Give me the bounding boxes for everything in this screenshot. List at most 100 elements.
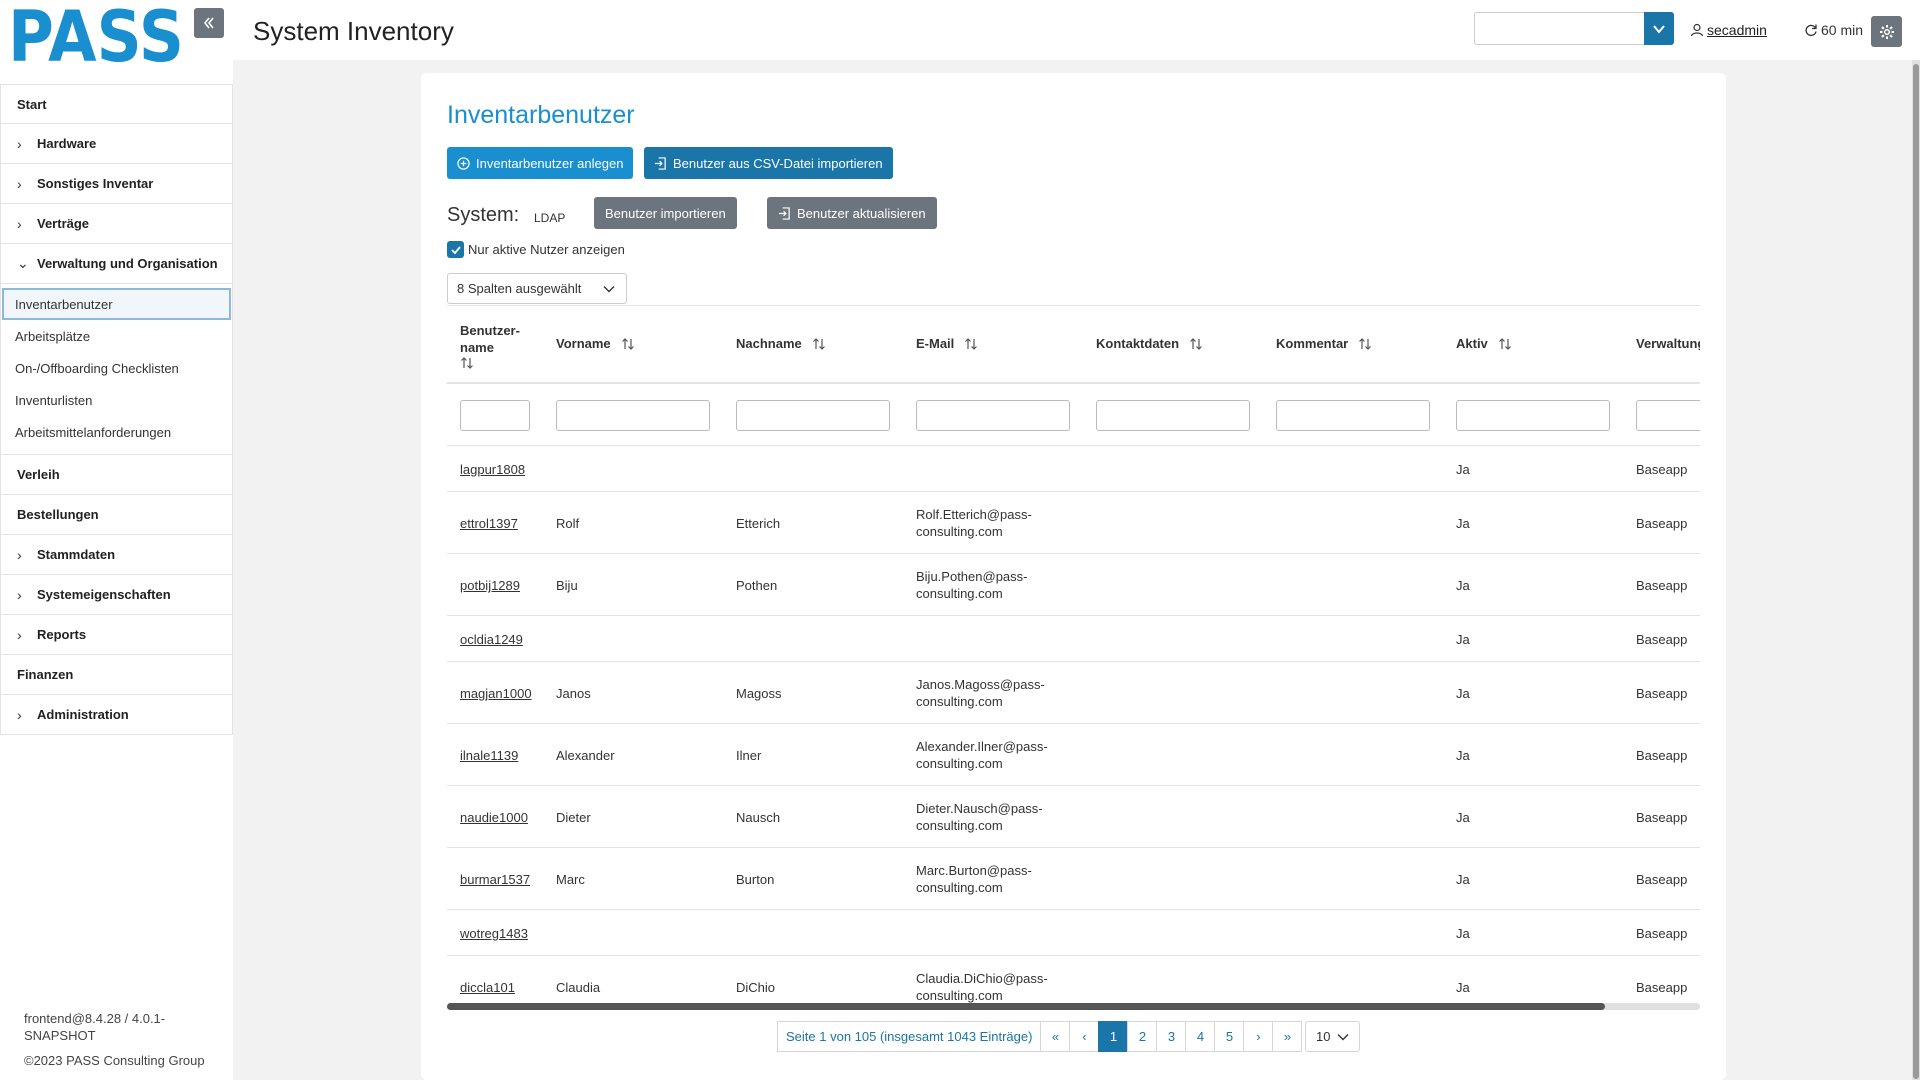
cell-email: Claudia.DiChio@pass-consulting.com [916,970,1048,1004]
page-button-3[interactable]: 3 [1156,1021,1187,1052]
table-row[interactable]: ettrol1397 Rolf Etterich Rolf.Etterich@p… [447,493,1700,554]
sidebar-subitem-arbeitsmittelanforderungen[interactable]: Arbeitsmittelanforderungen [2,416,231,448]
column-header-kontaktdaten[interactable]: Kontaktdaten [1096,336,1203,351]
sort-icon[interactable] [460,356,474,370]
filter-email-input[interactable] [916,400,1070,431]
sidebar-item-administration[interactable]: › Administration [0,695,233,735]
filter-vorname-input[interactable] [556,400,710,431]
system-value: LDAP [534,211,566,225]
table-row[interactable]: naudie1000 Dieter Nausch Dieter.Nausch@p… [447,787,1700,848]
username-link[interactable]: potbij1289 [460,577,520,594]
filter-nachname-input[interactable] [736,400,890,431]
session-timer[interactable]: 60 min [1804,22,1863,38]
system-select[interactable] [1474,12,1674,45]
page-button-5[interactable]: 5 [1214,1021,1245,1052]
column-header-kommentar[interactable]: Kommentar [1276,336,1372,351]
first-page-button[interactable]: « [1040,1021,1071,1052]
username-link[interactable]: lagpur1808 [460,461,525,478]
page-button-4[interactable]: 4 [1185,1021,1216,1052]
prev-page-button[interactable]: ‹ [1069,1021,1100,1052]
collapse-sidebar-button[interactable] [194,8,224,38]
username-link[interactable]: burmar1537 [460,871,530,888]
sidebar-item-reports[interactable]: › Reports [0,615,233,655]
cell-email: Alexander.Ilner@pass-consulting.com [916,738,1048,772]
sort-icon[interactable] [812,337,826,351]
email-line-1: Biju.Pothen@pass- [916,569,1028,584]
column-header-verwaltung[interactable]: Verwaltung [1636,336,1700,351]
sidebar-item-vertraege[interactable]: › Verträge [0,204,233,244]
sidebar-subitem-arbeitsplaetze[interactable]: Arbeitsplätze [2,320,231,352]
table-row[interactable]: burmar1537 Marc Burton Marc.Burton@pass-… [447,849,1700,910]
cell-verwaltung: Baseapp [1636,578,1688,593]
logo-text: PASS [8,6,184,66]
username-link[interactable]: ilnale1139 [460,747,518,764]
active-users-filter[interactable]: Nur aktive Nutzer anzeigen [447,241,625,258]
sort-icon[interactable] [1498,337,1512,351]
active-users-checkbox[interactable] [447,241,464,258]
last-page-button[interactable]: » [1272,1021,1303,1052]
filter-verwaltung-input[interactable] [1636,400,1700,431]
username-link[interactable]: diccla101 [460,979,515,996]
table-row[interactable]: magjan1000 Janos Magoss Janos.Magoss@pas… [447,663,1700,724]
username-link[interactable]: naudie1000 [460,809,528,826]
sort-icon[interactable] [964,337,978,351]
import-csv-button[interactable]: Benutzer aus CSV-Datei importieren [644,147,893,179]
page-size-select[interactable]: 10 [1305,1021,1360,1052]
version-info: frontend@8.4.28 / 4.0.1-SNAPSHOT [24,1011,166,1043]
column-header-username[interactable]: Benutzer-name [460,322,530,374]
sidebar-subitem-inventurlisten[interactable]: Inventurlisten [2,384,231,416]
sidebar-subitem-onoffboarding[interactable]: On-/Offboarding Checklisten [2,352,231,384]
sidebar-item-bestellungen[interactable]: Bestellungen [0,495,233,535]
settings-button[interactable] [1871,16,1902,47]
sidebar-item-sonstiges-inventar[interactable]: › Sonstiges Inventar [0,164,233,204]
column-header-vorname[interactable]: Vorname [556,336,635,351]
table-row[interactable]: diccla101 Claudia DiChio Claudia.DiChio@… [447,957,1700,1005]
column-header-nachname[interactable]: Nachname [736,336,826,351]
page-scrollbar-thumb[interactable] [1913,64,1919,1079]
sidebar-item-stammdaten[interactable]: › Stammdaten [0,535,233,575]
table-scrollbar-thumb[interactable] [447,1003,1605,1010]
sidebar-item-systemeigenschaften[interactable]: › Systemeigenschaften [0,575,233,615]
next-page-button[interactable]: › [1243,1021,1274,1052]
username-link[interactable]: ettrol1397 [460,515,518,532]
sidebar-subitem-inventarbenutzer[interactable]: Inventarbenutzer [2,288,231,320]
system-select-toggle[interactable] [1644,12,1674,45]
table-row[interactable]: wotreg1483 Ja Baseapp [447,911,1700,956]
page-scrollbar[interactable] [1912,60,1920,1080]
filter-kommentar-input[interactable] [1276,400,1430,431]
sidebar-item-verleih[interactable]: Verleih [0,455,233,495]
columns-select[interactable]: 8 Spalten ausgewählt [447,273,627,304]
column-header-email[interactable]: E-Mail [916,336,978,351]
user-menu-link[interactable]: secadmin [1690,22,1767,38]
filter-kontaktdaten-input[interactable] [1096,400,1250,431]
pass-logo[interactable]: PASS [8,0,184,78]
sidebar-item-start[interactable]: Start [0,84,233,124]
import-users-button[interactable]: Benutzer importieren [594,197,737,229]
table-row[interactable]: ilnale1139 Alexander Ilner Alexander.Iln… [447,725,1700,786]
column-header-aktiv[interactable]: Aktiv [1456,336,1512,351]
sidebar-item-verwaltung[interactable]: ⌄ Verwaltung und Organisation [0,244,233,284]
sort-icon[interactable] [1358,337,1372,351]
page-button-2[interactable]: 2 [1127,1021,1158,1052]
table-row[interactable]: lagpur1808 Ja Baseapp [447,447,1700,492]
filter-username-input[interactable] [460,400,530,431]
username: secadmin [1707,22,1767,38]
username-link[interactable]: wotreg1483 [460,925,528,942]
table-row[interactable]: ocldia1249 Ja Baseapp [447,617,1700,662]
sidebar-item-label: Verträge [37,216,90,231]
username-link[interactable]: magjan1000 [460,685,532,702]
filter-aktiv-input[interactable] [1456,400,1610,431]
cell-nachname: Ilner [736,748,762,763]
username-link[interactable]: ocldia1249 [460,631,523,648]
update-users-button[interactable]: Benutzer aktualisieren [767,197,937,229]
cell-aktiv: Ja [1456,748,1470,763]
sort-icon[interactable] [621,337,635,351]
table-horizontal-scrollbar[interactable] [447,1003,1700,1010]
sort-icon[interactable] [1189,337,1203,351]
sidebar-item-hardware[interactable]: › Hardware [0,124,233,164]
table-row[interactable]: potbij1289 Biju Pothen Biju.Pothen@pass-… [447,555,1700,616]
sidebar-item-finanzen[interactable]: Finanzen [0,655,233,695]
chevron-right-icon: › [17,135,22,152]
page-button-1[interactable]: 1 [1098,1021,1129,1052]
create-user-button[interactable]: Inventarbenutzer anlegen [447,147,634,179]
